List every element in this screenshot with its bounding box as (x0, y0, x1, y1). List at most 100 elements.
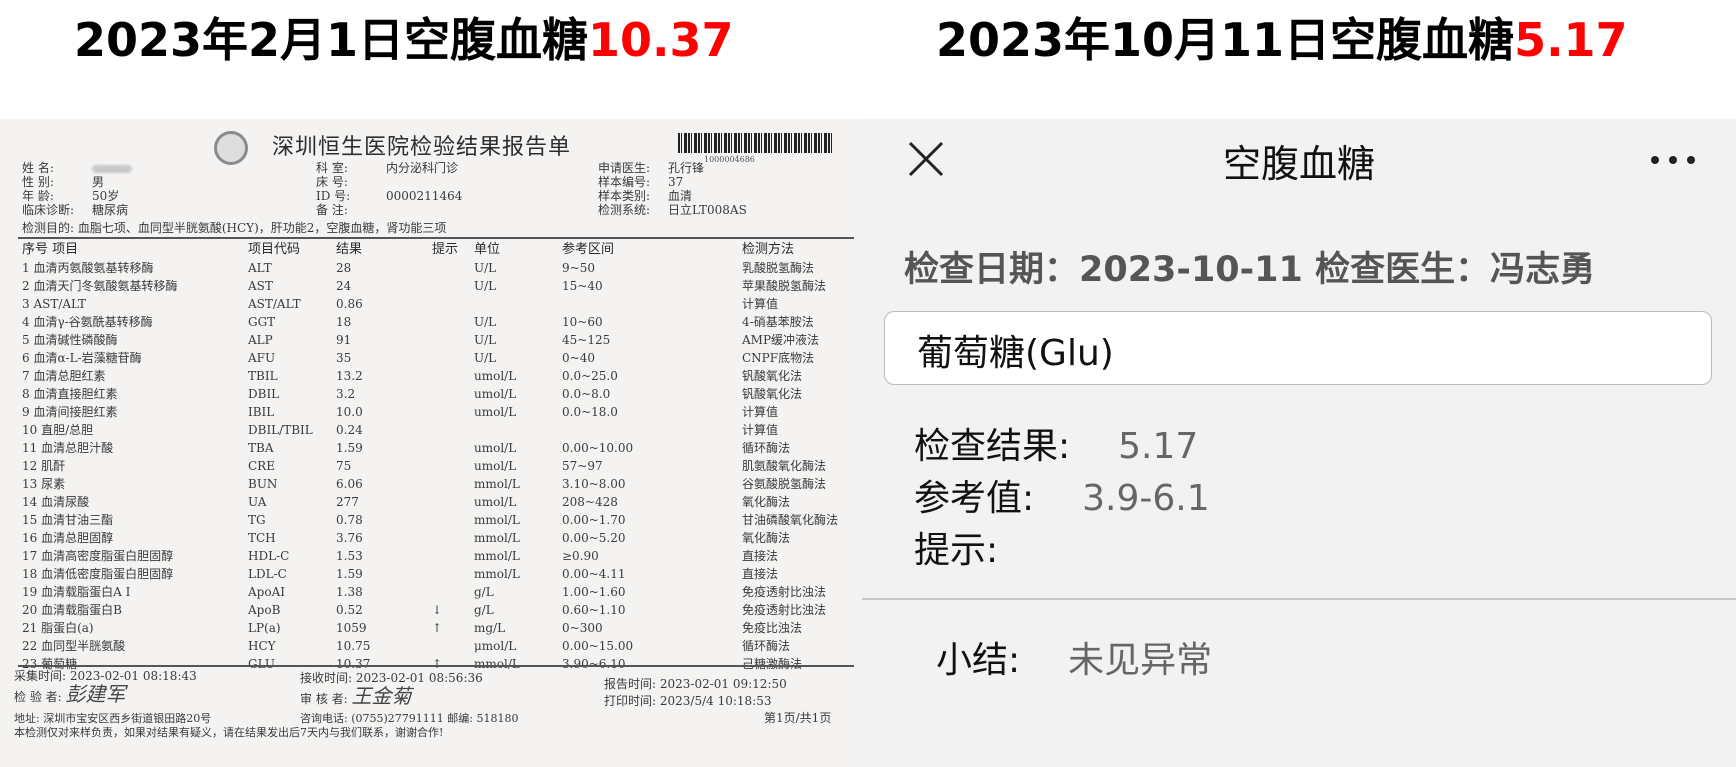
table-cell: 8 血清直接胆红素 (22, 387, 118, 401)
table-cell: 11 血清总胆汁酸 (22, 441, 114, 455)
table-row: 12 肌酐 CRE 75 umol/L 57~97 肌氨酸氧化酶法 (18, 457, 858, 475)
result-row: 检查结果: 5.17 (914, 426, 1199, 467)
table-cell: 氧化酶法 (742, 531, 791, 545)
table-cell: 免疫透射比浊法 (742, 603, 827, 617)
table-cell: 氧化酶法 (742, 495, 791, 509)
patient-info-col3: 申请医生: 孔行锋 样本编号: 37 样本类别: 血清 检测系统: 日立LT008AS (598, 161, 747, 217)
table-cell: AFU (248, 351, 276, 365)
table-cell: ApoB (248, 603, 281, 617)
test-item-card[interactable]: 葡萄糖(Glu) (884, 311, 1712, 385)
table-cell: g/L (474, 585, 494, 599)
patient-info-col1: 姓 名: 性 别: 男 年 龄: 50岁 临床诊断: 糖尿病 (22, 161, 132, 217)
table-cell: 0.78 (336, 513, 363, 527)
table-cell: U/L (474, 315, 497, 329)
table-row: 16 血清总胆固醇 TCH 3.76 mmol/L 0.00~5.20 氧化酶法 (18, 529, 858, 547)
left-heading-text: 2023年2月1日空腹血糖 (74, 13, 589, 67)
table-cell: 0.00~10.00 (562, 441, 634, 455)
table-cell: AMP缓冲液法 (742, 333, 820, 347)
table-cell: 1 血清丙氨酸氨基转移酶 (22, 261, 154, 275)
redacted-name (92, 164, 132, 173)
table-cell: 4 血清γ-谷氨酰基转移酶 (22, 315, 153, 329)
table-cell: umol/L (474, 405, 517, 419)
table-cell: 10.75 (336, 639, 371, 653)
table-cell: μmol/L (474, 639, 517, 653)
table-cell: UA (248, 495, 267, 509)
table-cell: 苹果酸脱氢酶法 (742, 279, 827, 293)
result-value: 5.17 (1118, 426, 1199, 467)
table-cell: umol/L (474, 387, 517, 401)
table-cell: 6.06 (336, 477, 363, 491)
table-cell: LDL-C (248, 567, 287, 581)
table-cell: 免疫透射比浊法 (742, 585, 827, 599)
table-cell: 3.2 (336, 387, 356, 401)
table-cell: 15 血清甘油三酯 (22, 513, 114, 527)
table-cell: 13.2 (336, 369, 363, 383)
table-cell: ↓ (432, 603, 443, 617)
table-cell: 1.53 (336, 549, 363, 563)
table-cell: DBIL (248, 387, 280, 401)
table-cell: 免疫比浊法 (742, 621, 803, 635)
table-cell: TBIL (248, 369, 278, 383)
table-cell: 3.90~6.10 (562, 657, 626, 671)
table-cell: 钒酸氧化法 (742, 369, 803, 383)
table-cell: ALP (248, 333, 273, 347)
table-cell: ApoAI (248, 585, 285, 599)
table-cell: mmol/L (474, 531, 520, 545)
table-cell: umol/L (474, 369, 517, 383)
exam-date-doctor: 检查日期：2023-10-11 检查医生：冯志勇 (904, 250, 1596, 290)
table-cell: 计算值 (742, 405, 779, 419)
patient-info-col2: 科 室: 内分泌科门诊 床 号: ID 号: 0000211464 备 注: (316, 161, 463, 217)
table-cell: IBIL (248, 405, 275, 419)
table-row: 6 血清α-L-岩藻糖苷酶 AFU 35 U/L 0~40 CNPF底物法 (18, 349, 858, 367)
table-cell: mmol/L (474, 513, 520, 527)
more-options-icon[interactable] (1650, 155, 1696, 165)
table-cell: 2 血清天门冬氨酸氨基转移酶 (22, 279, 178, 293)
table-cell: mmol/L (474, 549, 520, 563)
table-header: 序号 项目 项目代码 结果 提示 单位 参考区间 检测方法 (22, 242, 795, 257)
table-cell: U/L (474, 279, 497, 293)
table-cell: TCH (248, 531, 276, 545)
table-cell: CNPF底物法 (742, 351, 815, 365)
table-cell: 14 血清尿酸 (22, 495, 90, 509)
table-cell: 9 血清间接胆红素 (22, 405, 118, 419)
phone-screenshot: 空腹血糖 检查日期：2023-10-11 检查医生：冯志勇 葡萄糖(Glu) 检… (862, 119, 1736, 767)
table-cell: 3 AST/ALT (22, 297, 87, 311)
table-cell: 0.00~1.70 (562, 513, 626, 527)
hospital-contact: 咨询电话: (0755)27791111 邮编: 518180 (300, 712, 519, 725)
table-cell: 22 血同型半胱氨酸 (22, 639, 126, 653)
table-cell: 208~428 (562, 495, 618, 509)
table-cell: 1.00~1.60 (562, 585, 626, 599)
barcode-icon (678, 133, 832, 153)
table-cell: 0~300 (562, 621, 603, 635)
table-cell: HDL-C (248, 549, 290, 563)
table-row: 4 血清γ-谷氨酰基转移酶 GGT 18 U/L 10~60 4-硝基苯胺法 (18, 313, 858, 331)
table-cell: LP(a) (248, 621, 281, 635)
divider (18, 237, 854, 239)
table-cell: U/L (474, 351, 497, 365)
table-cell: 循环酶法 (742, 441, 791, 455)
table-row: 21 脂蛋白(a) LP(a) 1059 ↑ mg/L 0~300 免疫比浊法 (18, 619, 858, 637)
left-heading-value: 10.37 (588, 13, 734, 67)
table-cell: 肌氨酸氧化酶法 (742, 459, 827, 473)
table-cell: AST (248, 279, 273, 293)
lab-report-photo: 深圳恒生医院检验结果报告单 1000004686 姓 名: 性 别: 男 年 龄:… (0, 119, 862, 767)
table-cell: 10.0 (336, 405, 363, 419)
table-cell: 45~125 (562, 333, 611, 347)
table-cell: mmol/L (474, 477, 520, 491)
results-table: 序号 项目 项目代码 结果 提示 单位 参考区间 检测方法 1 血清丙氨酸氨基转… (18, 241, 858, 673)
right-heading-text: 2023年10月11日空腹血糖 (936, 13, 1515, 67)
table-cell: 钒酸氧化法 (742, 387, 803, 401)
table-row: 20 血清载脂蛋白B ApoB 0.52 ↓ g/L 0.60~1.10 免疫透射比浊法 (18, 601, 858, 619)
page-number: 第1页/共1页 (764, 711, 832, 725)
table-cell: ↑ (432, 621, 443, 635)
reviewer: 审 核 者: 王金菊 (300, 684, 412, 708)
table-row: 11 血清总胆汁酸 TBA 1.59 umol/L 0.00~10.00 循环酶法 (18, 439, 858, 457)
table-row: 7 血清总胆红素 TBIL 13.2 umol/L 0.0~25.0 钒酸氧化法 (18, 367, 858, 385)
table-cell: 直接法 (742, 549, 779, 563)
table-cell: DBIL/TBIL (248, 423, 313, 437)
table-cell: 0.0~8.0 (562, 387, 611, 401)
table-cell: BUN (248, 477, 278, 491)
reviewer-signature: 王金菊 (351, 684, 412, 708)
table-row: 9 血清间接胆红素 IBIL 10.0 umol/L 0.0~18.0 计算值 (18, 403, 858, 421)
tester: 检 验 者: 彭建军 (14, 682, 126, 706)
